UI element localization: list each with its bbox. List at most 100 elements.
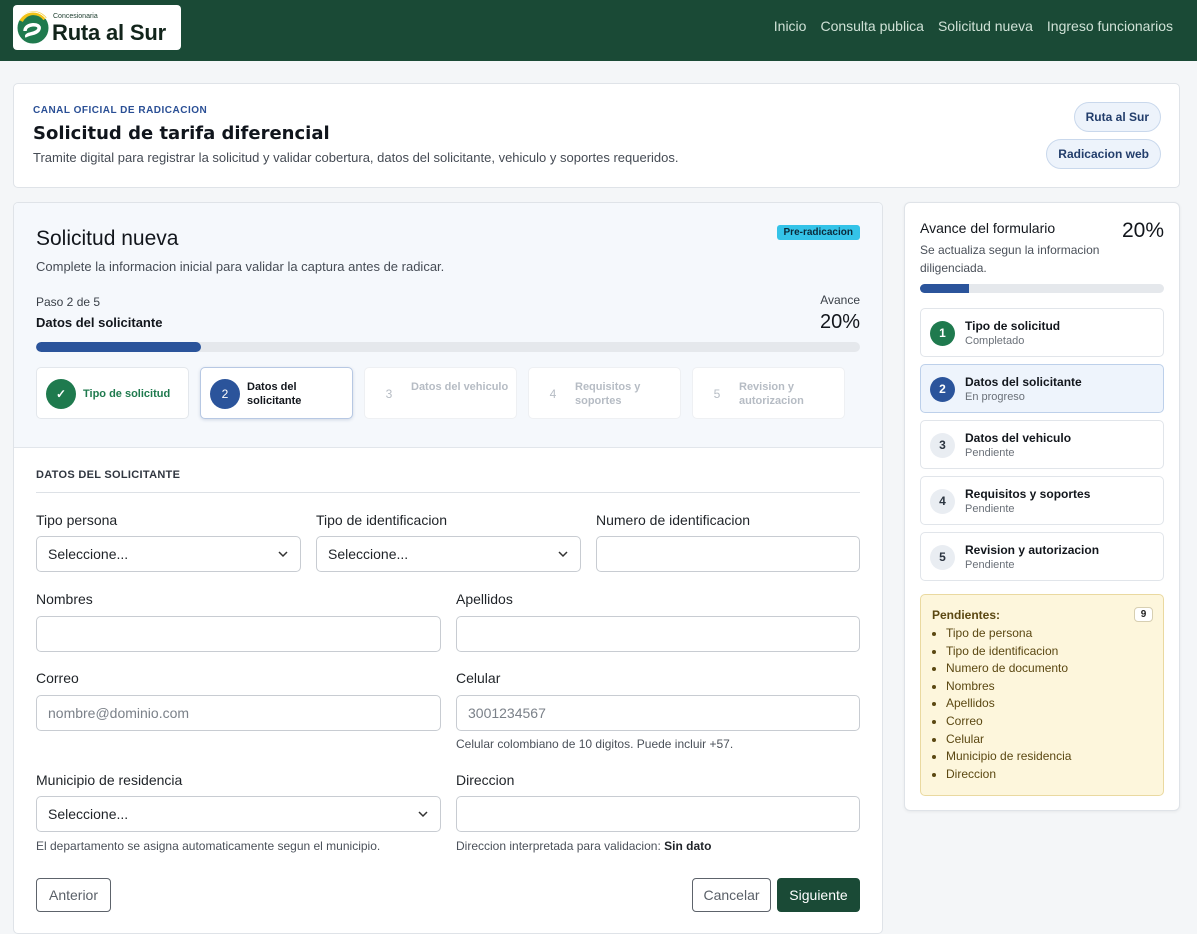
next-button[interactable]: Siguiente: [777, 878, 860, 912]
ruta-al-sur-logo-icon: [16, 11, 50, 45]
sidebar-step-datos-vehiculo[interactable]: 3 Datos del vehiculo Pendiente: [920, 420, 1164, 469]
list-item: Nombres: [946, 678, 1071, 696]
direccion-input[interactable]: [456, 796, 860, 832]
apellidos-label: Apellidos: [456, 591, 513, 607]
municipio-label: Municipio de residencia: [36, 772, 183, 788]
nav-link-ingreso-funcionarios[interactable]: Ingreso funcionarios: [1047, 18, 1173, 34]
sidebar-step-status: En progreso: [965, 391, 1025, 403]
direccion-help-value: Sin dato: [664, 839, 712, 853]
brand-logo[interactable]: Concesionaria Ruta al Sur: [13, 5, 181, 50]
sidebar-progress-bar: [920, 284, 1164, 293]
stepper-step-label: Datos del solicitante: [247, 381, 302, 407]
list-item: Municipio de residencia: [946, 748, 1071, 766]
sidebar-title: Avance del formulario: [920, 220, 1056, 236]
tipo-identificacion-select[interactable]: Seleccione...: [316, 536, 581, 572]
cancel-button[interactable]: Cancelar: [692, 878, 771, 912]
progress-label: Avance: [820, 293, 860, 307]
chevron-down-icon: [278, 551, 288, 558]
step-number: 5: [713, 387, 721, 401]
tipo-identificacion-label: Tipo de identificacion: [316, 512, 448, 528]
ruta-al-sur-pill: Ruta al Sur: [1073, 102, 1161, 132]
form-title: Solicitud nueva: [36, 227, 179, 250]
correo-input[interactable]: [36, 695, 441, 731]
nombres-label: Nombres: [36, 591, 93, 607]
list-item: Celular: [946, 731, 1071, 749]
sidebar-step-title: Datos del solicitante: [965, 375, 1082, 389]
municipio-select[interactable]: Seleccione...: [36, 796, 441, 832]
sidebar-progress-fill: [920, 284, 969, 293]
celular-input[interactable]: [456, 695, 860, 731]
step-number: 2: [210, 379, 240, 409]
chevron-down-icon: [418, 811, 428, 818]
step-number: 3: [930, 433, 955, 458]
page-header-card: CANAL OFICIAL DE RADICACION Solicitud de…: [13, 83, 1180, 188]
sidebar-step-status: Pendiente: [965, 447, 1015, 459]
tipo-persona-value: Seleccione...: [48, 546, 129, 562]
sidebar-step-revision-autorizacion[interactable]: 5 Revision y autorizacion Pendiente: [920, 532, 1164, 581]
correo-label: Correo: [36, 670, 79, 686]
step-number: 4: [930, 489, 955, 514]
apellidos-input[interactable]: [456, 616, 860, 652]
direccion-help-prefix: Direccion interpretada para validacion:: [456, 839, 661, 853]
direccion-label: Direccion: [456, 772, 515, 788]
tipo-persona-select[interactable]: Seleccione...: [36, 536, 301, 572]
previous-button[interactable]: Anterior: [36, 878, 111, 912]
nombres-input[interactable]: [36, 616, 441, 652]
stepper-step-tipo-solicitud[interactable]: ✓ Tipo de solicitud: [36, 367, 189, 419]
direccion-help-text: Direccion interpretada para validacion: …: [456, 839, 711, 853]
stepper-step-label: Datos del vehiculo: [411, 381, 509, 393]
step-number: 1: [930, 321, 955, 346]
page-description: Tramite digital para registrar la solici…: [33, 150, 679, 165]
list-item: Direccion: [946, 766, 1071, 784]
page-title: Solicitud de tarifa diferencial: [33, 123, 330, 144]
sidebar-step-status: Pendiente: [965, 559, 1015, 571]
tipo-persona-label: Tipo persona: [36, 512, 118, 528]
radicacion-web-pill: Radicacion web: [1046, 139, 1161, 169]
stepper-step-label: Tipo de solicitud: [83, 388, 171, 400]
form-header: Solicitud nueva Complete la informacion …: [14, 203, 882, 448]
celular-label: Celular: [456, 670, 501, 686]
pending-count-badge: 9: [1134, 607, 1153, 622]
logo-subtitle: Concesionaria: [53, 13, 98, 20]
stepper-step-revision-autorizacion: 5 Revision y autorizacion: [692, 367, 845, 419]
section-divider: [36, 492, 860, 493]
nav-link-solicitud-nueva[interactable]: Solicitud nueva: [938, 18, 1033, 34]
celular-help-text: Celular colombiano de 10 digitos. Puede …: [456, 737, 734, 751]
step-number: 4: [549, 387, 557, 401]
pending-list: Tipo de persona Tipo de identificacion N…: [946, 625, 1071, 783]
sidebar-step-requisitos-soportes[interactable]: 4 Requisitos y soportes Pendiente: [920, 476, 1164, 525]
sidebar-step-title: Tipo de solicitud: [965, 319, 1061, 333]
sidebar-step-datos-solicitante[interactable]: 2 Datos del solicitante En progreso: [920, 364, 1164, 413]
list-item: Correo: [946, 713, 1071, 731]
sidebar-description: Se actualiza segun la informacion dilige…: [920, 243, 1100, 275]
stepper: ✓ Tipo de solicitud 2 Datos del solicita…: [36, 367, 845, 419]
current-step-name: Datos del solicitante: [36, 315, 163, 330]
municipio-help-text: El departamento se asigna automaticament…: [36, 839, 381, 853]
sidebar-step-title: Datos del vehiculo: [965, 431, 1072, 445]
nav-link-consulta-publica[interactable]: Consulta publica: [820, 18, 924, 34]
chevron-down-icon: [558, 551, 568, 558]
sidebar-percent: 20%: [1121, 219, 1164, 242]
step-number: 3: [385, 387, 393, 401]
list-item: Apellidos: [946, 695, 1071, 713]
section-title: DATOS DEL SOLICITANTE: [36, 469, 181, 481]
stepper-step-datos-solicitante[interactable]: 2 Datos del solicitante: [200, 367, 353, 419]
list-item: Numero de documento: [946, 660, 1071, 678]
top-navbar: Concesionaria Ruta al Sur Inicio Consult…: [0, 0, 1197, 61]
progress-sidebar: Avance del formulario 20% Se actualiza s…: [904, 202, 1180, 811]
progress-bar: [36, 342, 860, 352]
list-item: Tipo de persona: [946, 625, 1071, 643]
logo-title: Ruta al Sur: [52, 20, 166, 45]
nav-link-inicio[interactable]: Inicio: [774, 18, 807, 34]
numero-identificacion-input[interactable]: [596, 536, 860, 572]
header-eyebrow: CANAL OFICIAL DE RADICACION: [33, 105, 208, 116]
stepper-step-label: Requisitos y soportes: [575, 381, 641, 407]
stepper-step-label: Revision y autorizacion: [739, 381, 804, 407]
sidebar-step-title: Requisitos y soportes: [965, 487, 1091, 501]
main-nav: Inicio Consulta publica Solicitud nueva …: [774, 18, 1173, 34]
sidebar-step-status: Pendiente: [965, 503, 1015, 515]
numero-identificacion-label: Numero de identificacion: [596, 512, 751, 528]
check-icon: ✓: [46, 379, 76, 409]
sidebar-step-tipo-solicitud[interactable]: 1 Tipo de solicitud Completado: [920, 308, 1164, 357]
tipo-identificacion-value: Seleccione...: [328, 546, 409, 562]
